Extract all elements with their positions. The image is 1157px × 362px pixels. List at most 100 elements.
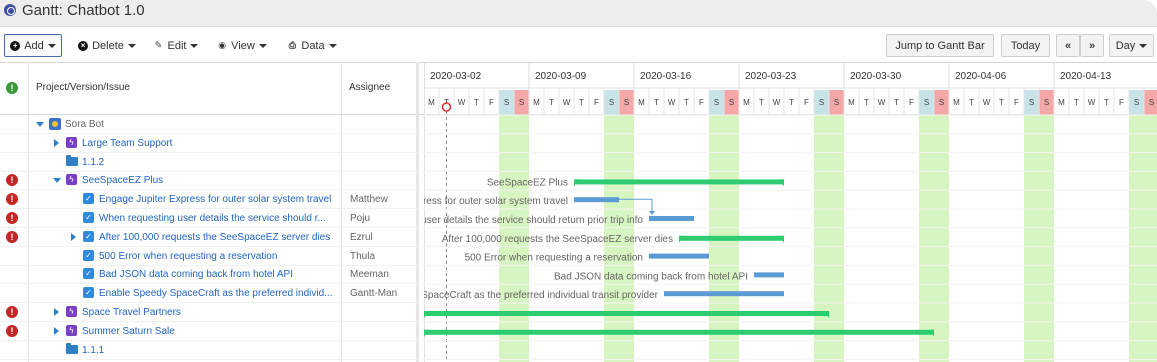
prev-button[interactable]: « bbox=[1056, 34, 1080, 57]
checkbox-icon: ✓ bbox=[83, 287, 94, 299]
data-button[interactable]: ⎙ Data bbox=[284, 34, 340, 57]
error-icon: ! bbox=[6, 230, 18, 243]
table-row[interactable]: ✓ Bad JSON data coming back from hotel AP… bbox=[0, 265, 418, 285]
summary-bar bbox=[679, 235, 784, 241]
table-row[interactable]: ! ϟ Space Travel Partners bbox=[0, 303, 418, 322]
today-label: Today bbox=[1010, 39, 1041, 52]
assignee-cell: Matthew bbox=[350, 194, 388, 206]
day-label: T bbox=[1074, 98, 1079, 107]
day-label: S bbox=[519, 98, 524, 107]
day-label: M bbox=[1058, 98, 1065, 107]
next-button[interactable]: » bbox=[1080, 34, 1104, 57]
week-label: 2020-03-30 bbox=[850, 71, 902, 82]
checkbox-icon: ✓ bbox=[83, 193, 94, 205]
weekend-column bbox=[934, 115, 949, 362]
expand-icon[interactable] bbox=[71, 232, 76, 241]
weekend-column bbox=[1039, 115, 1054, 362]
week-label: 2020-04-06 bbox=[955, 71, 1007, 82]
day-label: T bbox=[969, 98, 974, 107]
task-bar bbox=[649, 216, 694, 221]
week-label: 2020-03-23 bbox=[745, 71, 797, 82]
chevron-down-icon bbox=[1139, 43, 1148, 48]
add-button[interactable]: + Add bbox=[4, 34, 62, 57]
expand-icon[interactable] bbox=[54, 308, 59, 316]
edit-button[interactable]: ✎ Edit bbox=[150, 34, 202, 57]
view-button[interactable]: ◉ View bbox=[214, 34, 270, 57]
weekend-column bbox=[814, 115, 829, 362]
delete-button[interactable]: × Delete bbox=[72, 34, 142, 57]
issue-title[interactable]: SeeSpaceEZ Plus bbox=[82, 175, 338, 186]
clipboard-icon: ⎙ bbox=[288, 40, 296, 50]
table-row[interactable]: Sora Bot bbox=[0, 115, 418, 134]
chevron-down-icon bbox=[258, 43, 267, 48]
x-circle-icon: × bbox=[78, 40, 89, 51]
view-label: View bbox=[231, 39, 255, 52]
day-label: S bbox=[819, 98, 824, 107]
issue-title[interactable]: 1.1.1 bbox=[82, 345, 338, 356]
day-label: T bbox=[894, 98, 899, 107]
task-bar bbox=[754, 272, 784, 278]
jump-to-gantt-bar-button[interactable]: Jump to Gantt Bar bbox=[886, 34, 994, 57]
table-row[interactable]: ! ✓ When requesting user details the servi… bbox=[0, 209, 418, 228]
error-icon: ! bbox=[6, 193, 18, 206]
issue-title[interactable]: Space Travel Partners bbox=[82, 307, 338, 318]
issue-title[interactable]: Engage Jupiter Express for outer solar s… bbox=[99, 194, 338, 205]
day-label: S bbox=[939, 98, 944, 107]
chevron-down-icon bbox=[190, 43, 199, 48]
week-label: 2020-04-13 bbox=[1060, 71, 1112, 82]
day-label: W bbox=[773, 98, 781, 107]
task-bar bbox=[574, 197, 619, 203]
table-row[interactable]: ! ϟ SeeSpaceEZ Plus bbox=[0, 171, 418, 191]
chevron-down-icon bbox=[127, 43, 136, 48]
issue-title[interactable]: Summer Saturn Sale bbox=[82, 326, 338, 337]
table-row[interactable]: ! ϟ Summer Saturn Sale bbox=[0, 322, 418, 341]
day-label: S bbox=[624, 98, 629, 107]
issue-title[interactable]: After 100,000 requests the SeeSpaceEZ se… bbox=[99, 232, 338, 243]
table-row[interactable]: ! ✓ Engage Jupiter Express for outer solar… bbox=[0, 190, 418, 210]
day-label: M bbox=[428, 98, 435, 107]
issue-title[interactable]: Bad JSON data coming back from hotel API bbox=[99, 269, 338, 280]
collapse-icon[interactable] bbox=[36, 122, 44, 127]
expand-icon[interactable] bbox=[54, 138, 59, 147]
table-row[interactable]: ! ✓ After 100,000 requests the SeeSpaceEZ … bbox=[0, 228, 418, 247]
weekend-column bbox=[1144, 115, 1157, 362]
week-label: 2020-03-09 bbox=[535, 71, 587, 82]
day-label: W bbox=[668, 98, 676, 107]
today-button[interactable]: Today bbox=[1001, 34, 1050, 57]
day-label: S bbox=[729, 98, 734, 107]
weekend-column bbox=[829, 115, 844, 362]
issue-title[interactable]: Enable Speedy SpaceCraft as the preferre… bbox=[99, 288, 338, 299]
next-label: » bbox=[1088, 39, 1096, 52]
day-label: W bbox=[1088, 98, 1096, 107]
weekend-column bbox=[1129, 115, 1144, 362]
expand-icon[interactable] bbox=[54, 326, 59, 335]
page-title: Gantt: Chatbot 1.0 bbox=[22, 2, 145, 19]
day-label: T bbox=[1104, 98, 1109, 107]
assignee-cell: Poju bbox=[350, 213, 371, 224]
day-label: M bbox=[848, 98, 855, 107]
table-row[interactable]: 1.1.2 bbox=[0, 153, 418, 172]
collapse-icon[interactable] bbox=[53, 178, 61, 184]
table-row[interactable]: 1.1.1 bbox=[0, 341, 418, 360]
day-label: F bbox=[909, 98, 914, 107]
column-header-assignee[interactable]: Assignee bbox=[349, 82, 390, 93]
day-label: F bbox=[1119, 98, 1124, 107]
epic-icon: ϟ bbox=[66, 306, 77, 317]
issue-title[interactable]: Large Team Support bbox=[82, 138, 338, 149]
column-header-project[interactable]: Project/Version/Issue bbox=[36, 82, 130, 93]
table-row[interactable]: ✓ 500 Error when requesting a reservation… bbox=[0, 247, 418, 266]
issue-title[interactable]: 500 Error when requesting a reservation bbox=[99, 251, 338, 262]
table-row[interactable]: ϟ Large Team Support bbox=[0, 134, 418, 153]
day-label: S bbox=[1044, 98, 1049, 107]
day-label: T bbox=[999, 98, 1004, 107]
issue-title[interactable]: When requesting user details the service… bbox=[99, 213, 338, 224]
data-label: Data bbox=[301, 39, 325, 52]
gantt-chart: 2020-03-02 2020-03-09 2020-03-16 2020-03-23… bbox=[424, 63, 1157, 362]
eye-icon: ◉ bbox=[218, 40, 227, 50]
scale-select[interactable]: Day bbox=[1109, 34, 1154, 57]
table-row[interactable]: ✓ Enable Speedy SpaceCraft as the preferr… bbox=[0, 284, 418, 304]
assignee-cell: Ezrul bbox=[350, 231, 373, 243]
issue-title[interactable]: 1.1.2 bbox=[82, 157, 338, 168]
error-icon: ! bbox=[6, 324, 18, 337]
day-label: S bbox=[714, 98, 719, 107]
